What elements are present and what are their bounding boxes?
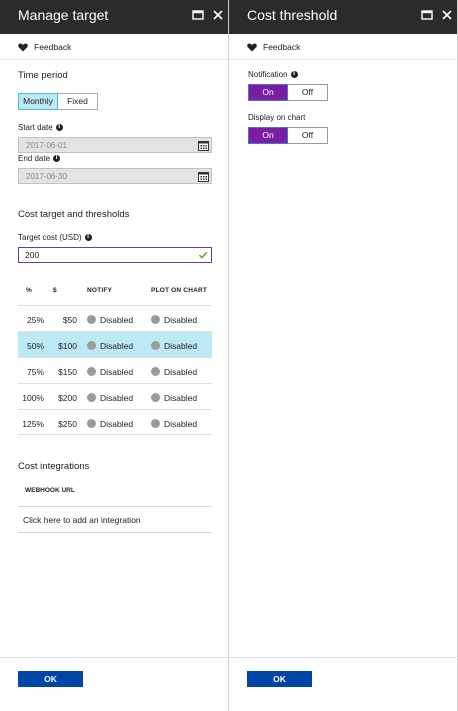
status-dot-icon — [87, 315, 96, 324]
display-on-chart-label: Display on chart — [248, 113, 306, 122]
start-date-input[interactable]: 2017-06-01 — [18, 137, 212, 153]
end-date-input[interactable]: 2017-06-30 — [18, 168, 212, 184]
footer-divider — [229, 657, 458, 658]
time-period-toggle: Monthly Fixed — [18, 93, 98, 110]
table-row[interactable]: 50% $100 Disabled Disabled — [18, 331, 212, 357]
manage-target-blade: Manage target Feedback Time period Month… — [0, 0, 229, 711]
target-cost-field[interactable] — [25, 250, 195, 260]
col-header-amount: $ — [53, 287, 57, 294]
status-dot-icon — [151, 367, 160, 376]
info-icon: i — [290, 71, 298, 78]
integrations-title: Cost integrations — [18, 461, 90, 472]
col-header-pct: % — [26, 287, 32, 294]
feedback-button[interactable]: Feedback — [247, 42, 300, 52]
heart-icon — [247, 43, 257, 51]
info-icon: i — [84, 234, 92, 241]
heart-icon — [18, 43, 28, 51]
feedback-label: Feedback — [34, 42, 72, 52]
time-period-fixed[interactable]: Fixed — [58, 94, 97, 109]
footer-divider — [0, 657, 229, 658]
blade-header: Cost threshold — [229, 0, 457, 34]
calendar-icon[interactable] — [198, 140, 209, 153]
display-on-chart-off[interactable]: Off — [288, 128, 327, 143]
notification-label: Notification i — [248, 70, 298, 79]
cost-threshold-blade: Cost threshold Feedback Notification i On… — [229, 0, 458, 711]
start-date-value: 2017-06-01 — [26, 141, 67, 150]
status-dot-icon — [151, 419, 160, 428]
maximize-icon[interactable] — [420, 8, 434, 22]
target-cost-input[interactable] — [18, 247, 212, 263]
ok-button[interactable]: OK — [18, 671, 83, 687]
notification-off[interactable]: Off — [288, 85, 327, 100]
time-period-monthly[interactable]: Monthly — [18, 93, 58, 110]
time-period-title: Time period — [18, 70, 68, 81]
info-icon: i — [55, 124, 63, 131]
status-dot-icon — [151, 341, 160, 350]
command-bar: Feedback — [0, 34, 228, 60]
thresholds-table-header: % $ NOTIFY PLOT ON CHART — [18, 287, 212, 305]
start-date-label: Start date i — [18, 123, 63, 132]
notification-on[interactable]: On — [248, 84, 288, 101]
close-icon[interactable] — [211, 8, 225, 22]
blade-title: Cost threshold — [247, 7, 338, 23]
status-dot-icon — [87, 341, 96, 350]
command-bar: Feedback — [229, 34, 457, 60]
divider — [18, 532, 212, 533]
divider — [18, 506, 212, 507]
blade-title: Manage target — [18, 7, 109, 23]
add-integration-link[interactable]: Click here to add an integration — [23, 515, 141, 525]
table-row[interactable]: 100% $200 Disabled Disabled — [18, 383, 212, 409]
end-date-value: 2017-06-30 — [26, 172, 67, 181]
col-header-notify: NOTIFY — [87, 287, 113, 294]
table-row[interactable]: 125% $250 Disabled Disabled — [18, 409, 212, 435]
feedback-button[interactable]: Feedback — [18, 42, 71, 52]
status-dot-icon — [87, 367, 96, 376]
webhook-url-header: WEBHOOK URL — [25, 487, 75, 494]
display-on-chart-toggle: On Off — [248, 127, 328, 144]
status-dot-icon — [87, 393, 96, 402]
close-icon[interactable] — [440, 8, 454, 22]
table-row[interactable]: 75% $150 Disabled Disabled — [18, 357, 212, 383]
calendar-icon[interactable] — [198, 171, 209, 184]
status-dot-icon — [151, 315, 160, 324]
notification-toggle: On Off — [248, 84, 328, 101]
maximize-icon[interactable] — [191, 8, 205, 22]
status-dot-icon — [87, 419, 96, 428]
end-date-label: End date i — [18, 154, 61, 163]
ok-button[interactable]: OK — [247, 671, 312, 687]
info-icon: i — [53, 155, 61, 162]
status-dot-icon — [151, 393, 160, 402]
checkmark-icon — [198, 250, 208, 262]
feedback-label: Feedback — [263, 42, 301, 52]
display-on-chart-on[interactable]: On — [248, 127, 288, 144]
target-cost-label: Target cost (USD) i — [18, 233, 92, 242]
table-row[interactable]: 25% $50 Disabled Disabled — [18, 305, 212, 331]
blade-header: Manage target — [0, 0, 228, 34]
col-header-plot: PLOT ON CHART — [151, 287, 208, 294]
thresholds-title: Cost target and thresholds — [18, 209, 130, 220]
